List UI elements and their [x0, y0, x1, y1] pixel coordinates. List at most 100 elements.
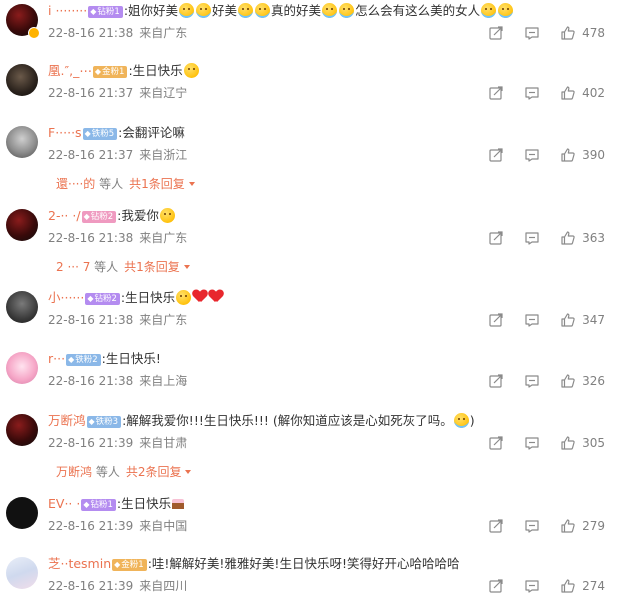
comment-text-line: r··· ◆铁粉2:生日快乐! [48, 350, 551, 368]
like-count: 390 [582, 148, 605, 162]
fan-medal-badge: ◆铁粉2 [66, 354, 101, 366]
expand-replies-link[interactable]: 共1条回复 [124, 260, 190, 274]
share-icon[interactable] [488, 578, 504, 594]
crying-emoji-icon [238, 3, 254, 18]
like-icon [560, 230, 576, 246]
username-link[interactable]: F·····s [48, 125, 82, 140]
comment-icon[interactable] [524, 435, 540, 451]
like-count: 363 [582, 231, 605, 245]
comment-actions: 402 [488, 84, 605, 102]
reply-username-link[interactable]: 還····的 [56, 177, 95, 191]
username-link[interactable]: 芝··tesmin [48, 556, 111, 571]
like-button[interactable]: 363 [560, 230, 605, 246]
share-icon[interactable] [488, 435, 504, 451]
comment-icon[interactable] [524, 578, 540, 594]
comment-content: :会翻评论嘛 [118, 125, 185, 140]
comment-icon[interactable] [524, 373, 540, 389]
reply-username-link[interactable]: 万断鸿 [56, 465, 92, 479]
location: 来自广东 [139, 313, 188, 327]
comment-icon[interactable] [524, 312, 540, 328]
comment-meta: 22-8-16 21:38 来自上海 [48, 373, 187, 389]
comment-meta: 22-8-16 21:38 来自广东 [48, 25, 187, 41]
share-icon[interactable] [488, 373, 504, 389]
fan-medal-badge: ◆钻粉1 [81, 499, 116, 511]
timestamp: 22-8-16 21:38 [48, 231, 134, 245]
fan-medal-badge: ◆铁粉5 [82, 128, 118, 140]
avatar[interactable] [6, 291, 38, 323]
comment-text-line: EV·· · ◆钻粉1:生日快乐 [48, 495, 551, 513]
location: 来自辽宁 [139, 86, 188, 100]
reply-summary: 万断鸿 等人 共2条回复 [56, 463, 192, 481]
crying-emoji-icon [481, 3, 497, 18]
timestamp: 22-8-16 21:37 [48, 86, 134, 100]
comment-icon[interactable] [524, 25, 540, 41]
comment-content: :哇!解解好美!雅雅好美!生日快乐呀!笑得好开心哈哈哈哈 [147, 556, 460, 571]
avatar[interactable] [6, 497, 38, 529]
comment-actions: 326 [488, 372, 605, 390]
like-button[interactable]: 390 [560, 147, 605, 163]
crying-emoji-icon [255, 3, 271, 18]
share-icon[interactable] [488, 147, 504, 163]
like-button[interactable]: 402 [560, 85, 605, 101]
comment-meta: 22-8-16 21:39 来自四川 [48, 578, 187, 594]
fan-medal-badge: ◆铁粉3 [86, 416, 122, 428]
like-button[interactable]: 274 [560, 578, 605, 594]
crying-emoji-icon [196, 3, 212, 18]
timestamp: 22-8-16 21:38 [48, 26, 134, 40]
like-button[interactable]: 478 [560, 25, 605, 41]
comment-text-line: 凰.″,_⋯ ◆金粉1:生日快乐 [48, 62, 551, 80]
like-button[interactable]: 305 [560, 435, 605, 451]
share-icon[interactable] [488, 85, 504, 101]
fan-medal-badge: ◆钻粉1 [88, 6, 123, 18]
fan-medal-badge: ◆钻粉2 [81, 211, 117, 223]
party-emoji-icon [176, 290, 192, 305]
username-link[interactable]: r··· [48, 351, 65, 366]
expand-replies-link[interactable]: 共1条回复 [129, 177, 195, 191]
crying-emoji-icon [498, 3, 514, 18]
avatar[interactable] [6, 414, 38, 446]
diamond-icon: ◆ [68, 355, 75, 364]
like-count: 326 [582, 374, 605, 388]
avatar[interactable] [6, 209, 38, 241]
diamond-icon: ◆ [114, 560, 121, 569]
share-icon[interactable] [488, 25, 504, 41]
username-link[interactable]: EV·· · [48, 496, 80, 511]
avatar[interactable] [6, 352, 38, 384]
share-icon[interactable] [488, 518, 504, 534]
avatar[interactable] [6, 557, 38, 589]
comment-text-line: 小······ ◆钻粉2:生日快乐 [48, 289, 551, 307]
location: 来自广东 [139, 231, 188, 245]
avatar[interactable] [6, 126, 38, 158]
comment-icon[interactable] [524, 230, 540, 246]
like-button[interactable]: 279 [560, 518, 605, 534]
comment-icon[interactable] [524, 85, 540, 101]
comment-icon[interactable] [524, 518, 540, 534]
diamond-icon: ◆ [84, 129, 91, 138]
username-link[interactable]: i ········ [48, 3, 87, 18]
comment-meta: 22-8-16 21:37 来自辽宁 [48, 85, 187, 101]
share-icon[interactable] [488, 230, 504, 246]
timestamp: 22-8-16 21:38 [48, 374, 134, 388]
reply-username-link[interactable]: 2 ··· 7 [56, 260, 90, 274]
comment-actions: 305 [488, 434, 605, 452]
share-icon[interactable] [488, 312, 504, 328]
username-link[interactable]: 凰.″,_⋯ [48, 63, 92, 78]
comment-icon[interactable] [524, 147, 540, 163]
avatar[interactable] [6, 64, 38, 96]
like-icon [560, 518, 576, 534]
like-icon [560, 147, 576, 163]
username-link[interactable]: 万断鸿 [48, 413, 86, 428]
heart-eyes-emoji-icon [159, 208, 175, 223]
like-button[interactable]: 347 [560, 312, 605, 328]
comment-content: :我爱你 [117, 208, 176, 223]
username-link[interactable]: 小······ [48, 290, 84, 305]
chevron-down-icon [185, 470, 192, 474]
like-count: 478 [582, 26, 605, 40]
like-count: 305 [582, 436, 605, 450]
like-button[interactable]: 326 [560, 373, 605, 389]
expand-replies-link[interactable]: 共2条回复 [126, 465, 192, 479]
like-icon [560, 578, 576, 594]
username-link[interactable]: 2-·· ·/ [48, 208, 81, 223]
heart-icon [209, 290, 223, 304]
comment-actions: 363 [488, 229, 605, 247]
